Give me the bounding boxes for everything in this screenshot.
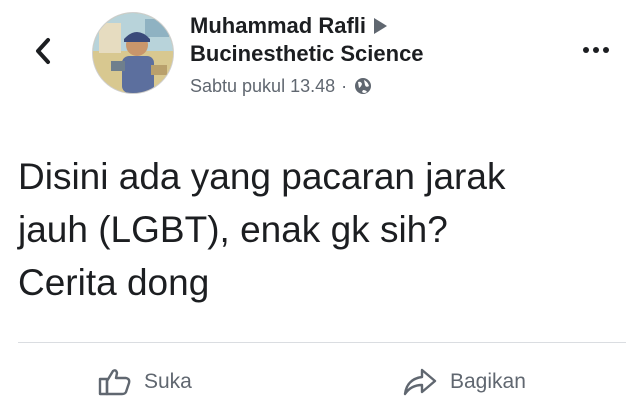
post-body: Disini ada yang pacaran jarak jauh (LGBT… [18, 150, 628, 309]
author-name[interactable]: Muhammad Rafli [190, 12, 366, 40]
group-name[interactable]: Bucinesthetic Science [190, 40, 424, 68]
group-row: Bucinesthetic Science [190, 40, 550, 68]
globe-icon [355, 78, 372, 94]
post-line: jauh (LGBT), enak gk sih? [18, 209, 448, 250]
share-arrow-icon [403, 368, 437, 396]
profile-photo [93, 13, 173, 93]
divider [18, 342, 626, 343]
like-label: Suka [144, 370, 192, 393]
more-options-dot [603, 47, 609, 53]
meta-separator: · [341, 76, 348, 96]
post-line: Cerita dong [18, 262, 210, 303]
share-label: Bagikan [450, 370, 526, 393]
more-options-button[interactable] [576, 38, 616, 62]
back-button[interactable] [28, 30, 58, 72]
like-button[interactable]: Suka [98, 362, 192, 402]
post-meta: Sabtu pukul 13.48 · [190, 74, 550, 98]
more-options-icon [583, 47, 589, 53]
post-timestamp[interactable]: Sabtu pukul 13.48 [190, 74, 335, 98]
more-options-dot [593, 47, 599, 53]
post-header: Muhammad Rafli Bucinesthetic Science Sab… [190, 12, 550, 98]
author-row: Muhammad Rafli [190, 12, 550, 40]
thumbs-up-icon [98, 369, 131, 396]
share-button[interactable]: Bagikan [402, 362, 526, 402]
chevron-left-icon [36, 38, 50, 64]
post-line: Disini ada yang pacaran jarak [18, 156, 506, 197]
avatar[interactable] [92, 12, 174, 94]
triangle-right-icon [374, 18, 388, 34]
